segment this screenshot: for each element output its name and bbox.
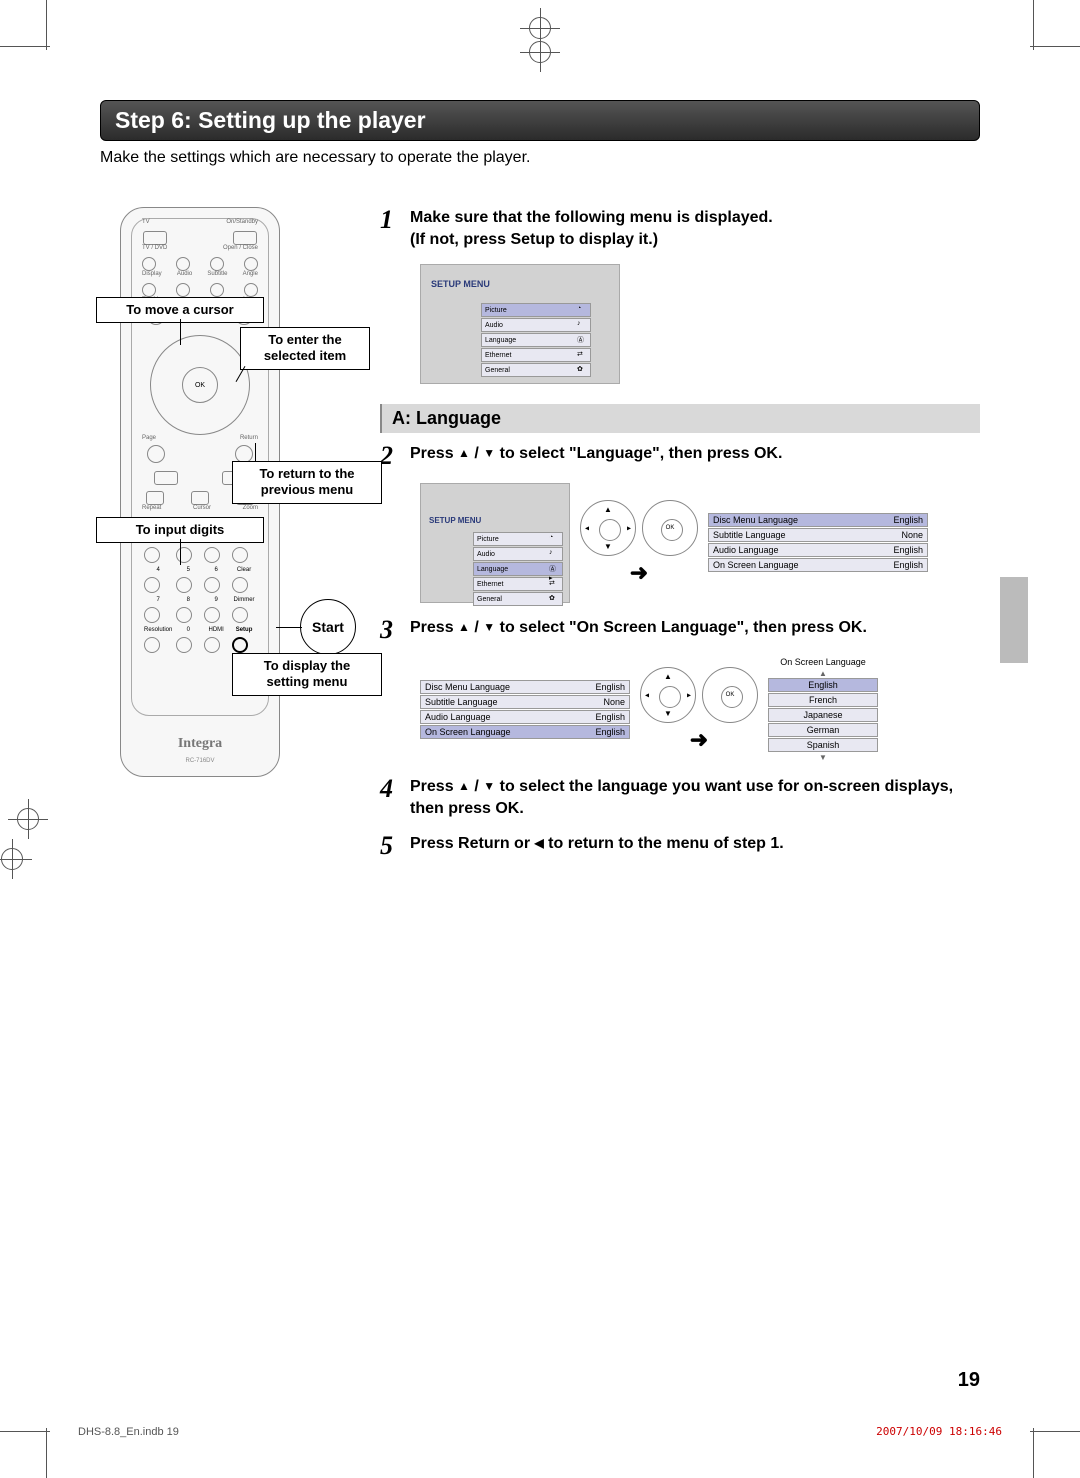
crop-mark [1033,0,1034,50]
crop-mark [1030,46,1080,47]
crop-mark [1033,1428,1034,1478]
intro-text: Make the settings which are necessary to… [100,149,980,167]
scroll-down-icon: ▼ [768,753,878,762]
section-header: Step 6: Setting up the player [100,100,980,141]
callout-display-menu: To display the setting menu [232,653,382,696]
step-5-text: Press Return or ◀ to return to the menu … [410,833,980,859]
audio-icon: ♪ [577,320,587,330]
general-icon: ✿ [577,365,587,375]
callout-return-prev: To return to the previous menu [232,461,382,504]
step-4-text: Press ▲ / ▼ to select the language you w… [410,776,980,819]
remote-brand: Integra [121,736,279,752]
step-1-text: Make sure that the following menu is dis… [410,207,980,250]
setup-menu-screenshot-3: Disc Menu LanguageEnglish Subtitle Langu… [420,657,980,762]
crop-mark [46,1428,47,1478]
footer-timestamp: 2007/10/09 18:16:46 [876,1425,1002,1438]
left-triangle-icon: ◀ [534,835,543,851]
footer-file: DHS-8.8_En.indb 19 [78,1426,179,1438]
step-number-5: 5 [380,833,410,859]
subsection-a-header: A: Language [380,404,980,433]
on-screen-language-panel: On Screen Language ▲ English French Japa… [768,657,878,762]
crop-mark [1030,1431,1080,1432]
step-number-1: 1 [380,207,410,250]
registration-mark [520,32,560,72]
language-settings-panel: Disc Menu LanguageEnglish Subtitle Langu… [708,513,928,573]
crop-mark [0,46,50,47]
dpad-up-down-icon: ▲▼◂▸ [640,667,696,723]
page-number: 19 [958,1369,980,1392]
remote-diagram: TVOn/Standby TV / DVDOpen / Close Displa… [100,207,350,847]
callout-start: Start [300,599,356,655]
step-number-4: 4 [380,776,410,819]
setup-menu-screenshot-2: SETUP MENU Picture◔ Audio♪ LanguageⒶ ▸ E… [420,483,980,603]
down-triangle-icon: ▼ [483,778,495,794]
up-triangle-icon: ▲ [458,445,470,461]
scroll-up-icon: ▲ [768,669,878,678]
language-icon: Ⓐ [577,335,587,345]
registration-mark [0,839,32,879]
callout-enter-item: To enter the selected item [240,327,370,370]
up-triangle-icon: ▲ [458,778,470,794]
step-2-text: Press ▲ / ▼ to select "Language", then p… [410,443,980,469]
crop-mark [0,1431,50,1432]
arrow-right-icon: ➜ [630,560,648,586]
dpad-ok-icon: OK [702,667,758,723]
setup-menu-screenshot-1: SETUP MENU Picture◔ Audio♪ LanguageⒶ Eth… [420,264,620,384]
remote-model: RC-716DV [121,758,279,764]
ethernet-icon: ⇄ [577,350,587,360]
up-triangle-icon: ▲ [458,619,470,635]
step-number-3: 3 [380,617,410,643]
picture-icon: ◔ [577,305,587,315]
crop-mark [46,0,47,50]
dpad-up-down-icon: ▲▼◂▸ [580,500,636,556]
dpad-ok-icon: OK [642,500,698,556]
step-3-text: Press ▲ / ▼ to select "On Screen Languag… [410,617,980,643]
arrow-right-icon: ➜ [690,727,708,753]
step-number-2: 2 [380,443,410,469]
down-triangle-icon: ▼ [483,445,495,461]
side-tab [1000,577,1028,663]
registration-mark [8,799,48,839]
down-triangle-icon: ▼ [483,619,495,635]
